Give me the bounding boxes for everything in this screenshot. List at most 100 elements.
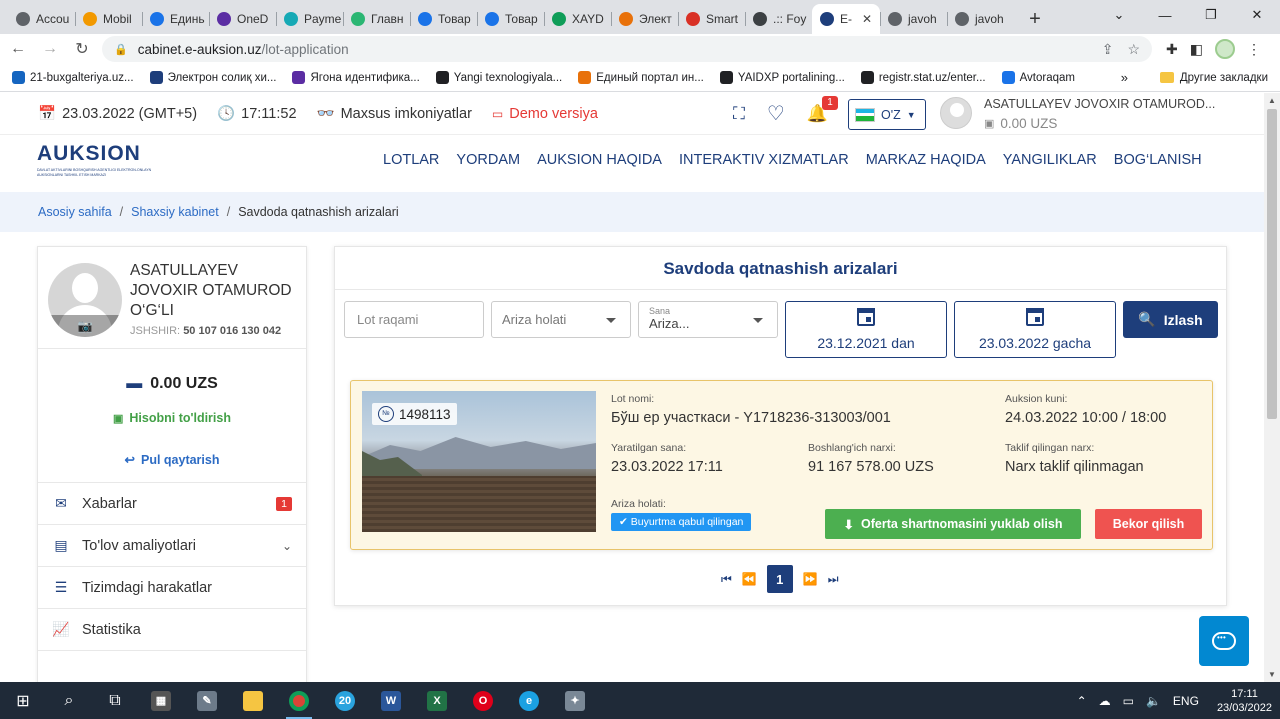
- opera-icon[interactable]: O: [460, 682, 506, 719]
- favorites-heart-icon[interactable]: ♡: [767, 101, 785, 126]
- browser-tab[interactable]: Payme: [276, 4, 343, 34]
- nav-link[interactable]: LOTLAR: [383, 152, 439, 168]
- browser-tab[interactable]: .:: Foy: [745, 4, 812, 34]
- browser-tab[interactable]: Mobil: [75, 4, 142, 34]
- internet-explorer-icon[interactable]: e: [506, 682, 552, 719]
- download-offer-button[interactable]: ⬇ Oferta shartnomasini yuklab olish: [825, 509, 1081, 539]
- nav-link[interactable]: BOG‘LANISH: [1114, 152, 1202, 168]
- browser-tab[interactable]: Элект: [611, 4, 678, 34]
- refill-balance-link[interactable]: ▣ Hisobni to'ldirish: [38, 411, 306, 425]
- bookmark-item[interactable]: Avtoraqam: [1001, 71, 1075, 84]
- nav-link[interactable]: MARKAZ HAQIDA: [866, 152, 986, 168]
- app-icon[interactable]: ✎: [184, 682, 230, 719]
- system-clock[interactable]: 17:11 23/03/2022: [1217, 687, 1272, 715]
- calculator-icon[interactable]: ▦: [138, 682, 184, 719]
- browser-tab[interactable]: OneD: [209, 4, 276, 34]
- excel-icon[interactable]: X: [414, 682, 460, 719]
- bookmarks-overflow[interactable]: »: [1121, 70, 1128, 85]
- browser-tab[interactable]: Единь: [142, 4, 209, 34]
- scroll-down-icon[interactable]: ▼: [1268, 670, 1276, 679]
- refund-link[interactable]: ↩ Pul qaytarish: [38, 452, 306, 468]
- auksion-logo[interactable]: AUKSION DAVLAT AKTIVLARINI BOSHQARISH AG…: [37, 136, 167, 186]
- status-select[interactable]: Ariza holati: [491, 301, 631, 338]
- breadcrumb-cabinet[interactable]: Shaxsiy kabinet: [131, 205, 219, 219]
- restore-icon[interactable]: ❐: [1188, 0, 1234, 30]
- lot-number-input[interactable]: Lot raqami: [344, 301, 484, 338]
- bookmark-item[interactable]: 21-buxgalteriya.uz...: [12, 71, 134, 84]
- browser-tab[interactable]: javoh: [947, 4, 1014, 34]
- close-window-icon[interactable]: ✕: [1234, 0, 1280, 30]
- search-icon[interactable]: ⌕: [46, 682, 92, 719]
- nav-link[interactable]: AUKSION HAQIDA: [537, 152, 662, 168]
- prev-page-icon[interactable]: ⏪: [742, 572, 757, 586]
- sidebar-menu-item[interactable]: ✉ Xabarlar 1: [38, 483, 306, 525]
- browser-tab[interactable]: Товар: [410, 4, 477, 34]
- menu-kebab-icon[interactable]: ⋮: [1247, 41, 1261, 58]
- scroll-thumb[interactable]: [1267, 109, 1277, 419]
- last-page-icon[interactable]: ⏭: [828, 572, 839, 587]
- bookmark-item[interactable]: YAIDXP portalining...: [719, 71, 845, 84]
- date-type-select[interactable]: Sana Ariza...: [638, 301, 778, 338]
- side-panel-icon[interactable]: ◧: [1190, 41, 1203, 58]
- date-to-picker[interactable]: 23.03.2022 gacha: [954, 301, 1116, 358]
- close-tab-icon[interactable]: ✕: [862, 12, 872, 26]
- extensions-icon[interactable]: ✚: [1166, 41, 1178, 58]
- page-scrollbar[interactable]: ▲ ▼: [1264, 93, 1280, 682]
- chat-button[interactable]: [1199, 616, 1249, 666]
- app-icon-2[interactable]: ✦: [552, 682, 598, 719]
- next-page-icon[interactable]: ⏩: [803, 572, 818, 586]
- search-button[interactable]: 🔍 Izlash: [1123, 301, 1218, 338]
- nav-link[interactable]: INTERAKTIV XIZMATLAR: [679, 152, 849, 168]
- volume-icon[interactable]: 🔈: [1146, 694, 1161, 708]
- browser-tab[interactable]: E- ✕: [812, 4, 880, 34]
- browser-tab[interactable]: Главн: [343, 4, 410, 34]
- scroll-up-icon[interactable]: ▲: [1268, 96, 1276, 105]
- nav-link[interactable]: YANGILIKLAR: [1003, 152, 1097, 168]
- notifications-bell-icon[interactable]: 🔔 1: [807, 95, 839, 124]
- chrome-icon[interactable]: [276, 682, 322, 719]
- bookmark-item[interactable]: Электрон солиқ хи...: [149, 71, 276, 84]
- browser-tab[interactable]: Товар: [477, 4, 544, 34]
- browser-tab[interactable]: Accou: [8, 4, 75, 34]
- new-tab-button[interactable]: +: [1022, 4, 1048, 34]
- network-icon[interactable]: ▭: [1123, 694, 1134, 708]
- telegram-icon[interactable]: 20: [322, 682, 368, 719]
- minimize-icon[interactable]: —: [1142, 0, 1188, 30]
- task-view-icon[interactable]: ⧉: [92, 682, 138, 719]
- sidebar-menu-item[interactable]: ☰ Tizimdagi harakatlar: [38, 567, 306, 609]
- sidebar-menu-item[interactable]: 📈 Statistika: [38, 609, 306, 651]
- bookmark-item[interactable]: Единый портал ин...: [578, 71, 704, 84]
- avatar[interactable]: 📷: [48, 263, 122, 337]
- fullscreen-icon[interactable]: ⛶: [733, 104, 745, 124]
- sidebar-menu-item[interactable]: ▤ To'lov amaliyotlari ⌄: [38, 525, 306, 567]
- language-indicator[interactable]: ENG: [1173, 694, 1199, 708]
- language-select[interactable]: O'Z ▼: [848, 99, 926, 130]
- camera-icon[interactable]: 📷: [48, 315, 122, 337]
- browser-tab[interactable]: XAYD: [544, 4, 611, 34]
- browser-tab[interactable]: javoh: [880, 4, 947, 34]
- url-input[interactable]: 🔒 cabinet.e-auksion.uz/lot-application ⇪…: [102, 36, 1152, 62]
- windows-start-icon[interactable]: ⊞: [0, 682, 46, 719]
- cloud-icon[interactable]: ☁: [1099, 694, 1111, 708]
- other-bookmarks-folder[interactable]: Другие закладки: [1159, 72, 1268, 84]
- back-icon[interactable]: ←: [4, 35, 32, 63]
- bookmark-item[interactable]: registr.stat.uz/enter...: [860, 71, 986, 84]
- nav-link[interactable]: YORDAM: [456, 152, 520, 168]
- chevron-up-icon[interactable]: ⌃: [1077, 694, 1087, 708]
- page-button[interactable]: 1: [766, 565, 793, 593]
- demo-version-link[interactable]: ▭ Demo versiya: [492, 106, 598, 122]
- browser-tab[interactable]: Smart: [678, 4, 745, 34]
- word-icon[interactable]: W: [368, 682, 414, 719]
- cancel-application-button[interactable]: Bekor qilish: [1095, 509, 1202, 539]
- user-menu[interactable]: ASATULLAYEV JOVOXIR OTAMUROD... ▣ 0.00 U…: [940, 97, 1215, 131]
- forward-icon[interactable]: →: [36, 35, 64, 63]
- bookmark-item[interactable]: Ягона идентифика...: [292, 71, 420, 84]
- lot-photo[interactable]: № 1498113: [362, 391, 596, 532]
- accessibility-link[interactable]: 👓 Maxsus imkoniyatlar: [317, 105, 472, 123]
- share-icon[interactable]: ⇪: [1102, 41, 1114, 58]
- date-from-picker[interactable]: 23.12.2021 dan: [785, 301, 947, 358]
- breadcrumb-home[interactable]: Asosiy sahifa: [38, 205, 112, 219]
- profile-avatar-icon[interactable]: [1214, 39, 1235, 59]
- first-page-icon[interactable]: ⏮: [721, 572, 732, 587]
- file-explorer-icon[interactable]: [230, 682, 276, 719]
